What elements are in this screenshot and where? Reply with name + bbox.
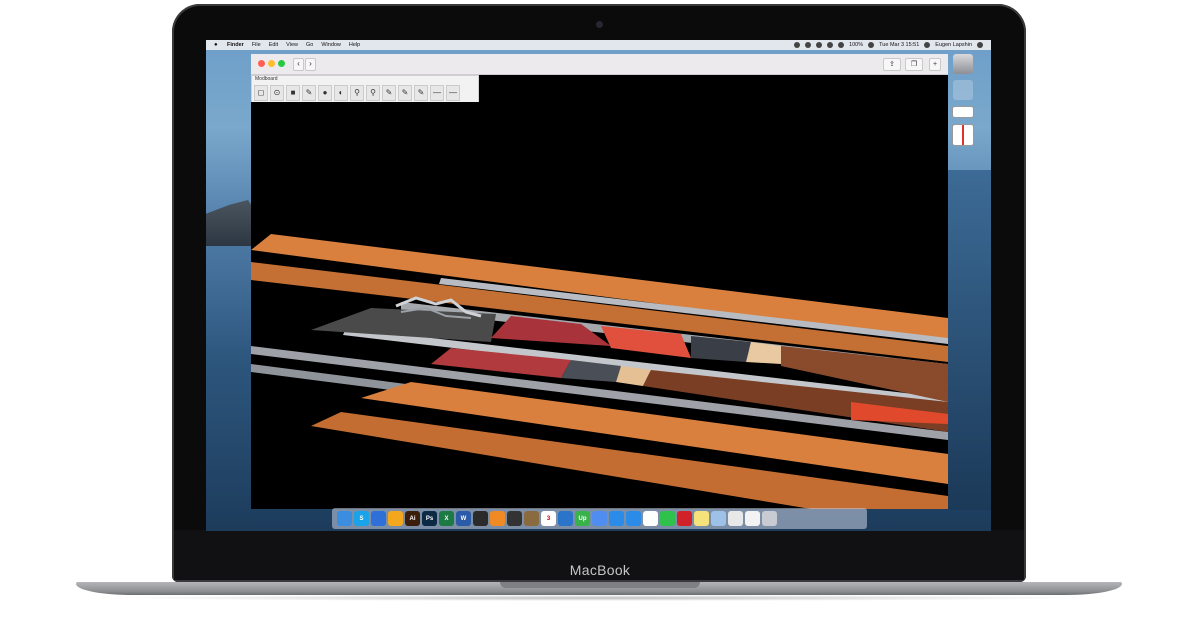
screen: ● Finder File Edit View Go Window Help 1… xyxy=(206,40,991,531)
window-titlebar[interactable]: ‹ › ⇪ ❐ + xyxy=(251,54,948,75)
tool-pin-2[interactable]: ⚲ xyxy=(366,85,380,101)
minimize-button[interactable] xyxy=(268,60,275,67)
tool-line-2[interactable]: — xyxy=(446,85,460,101)
messages-icon[interactable] xyxy=(626,511,641,526)
tool-pen[interactable]: ✎ xyxy=(302,85,316,101)
tool-block[interactable]: ■ xyxy=(286,85,300,101)
tool-fill[interactable]: ● xyxy=(318,85,332,101)
window-mode-button[interactable]: ❐ xyxy=(905,58,923,71)
calendar-icon[interactable]: 3 xyxy=(541,511,556,526)
tool-marker[interactable]: ⊙ xyxy=(270,85,284,101)
terminal-icon[interactable] xyxy=(507,511,522,526)
slack-icon[interactable] xyxy=(643,511,658,526)
menu-window[interactable]: Window xyxy=(321,42,341,48)
safari-icon[interactable] xyxy=(371,511,386,526)
tool-brush[interactable]: ✎ xyxy=(382,85,396,101)
laptop-base-notch xyxy=(500,582,700,588)
preview-icon[interactable] xyxy=(728,511,743,526)
excel-icon[interactable]: X xyxy=(439,511,454,526)
mail-folder-icon[interactable] xyxy=(711,511,726,526)
status-icon[interactable] xyxy=(794,42,801,48)
wifi-icon[interactable] xyxy=(838,42,845,48)
xcode-icon[interactable] xyxy=(558,511,573,526)
3d-viewport[interactable] xyxy=(251,102,948,509)
stickies-icon[interactable] xyxy=(694,511,709,526)
status-icon[interactable] xyxy=(827,42,834,48)
toolbox-panel: Modboard ◻ ⊙ ■ ✎ ● ◐ ⚲ ⚲ ✎ ✎ ✎ — — xyxy=(251,75,479,104)
laptop-shadow xyxy=(110,595,1090,601)
forward-button[interactable]: › xyxy=(305,58,316,71)
zoom-button[interactable] xyxy=(278,60,285,67)
thing-icon[interactable] xyxy=(490,511,505,526)
menu-file[interactable]: File xyxy=(252,42,261,48)
menu-edit[interactable]: Edit xyxy=(269,42,278,48)
status-icon[interactable] xyxy=(805,42,812,48)
back-button[interactable]: ‹ xyxy=(293,58,304,71)
menu-go[interactable]: Go xyxy=(306,42,313,48)
app-window: ‹ › ⇪ ❐ + Modboard ◻ ⊙ ■ ✎ ● ◐ ⚲ ⚲ ✎ ✎ ✎… xyxy=(251,54,948,509)
device-brand-label: MacBook xyxy=(569,562,631,578)
finder-icon[interactable] xyxy=(337,511,352,526)
doc-icon[interactable] xyxy=(745,511,760,526)
upwork-icon[interactable]: Up xyxy=(575,511,590,526)
word-icon[interactable]: W xyxy=(456,511,471,526)
skype-icon[interactable]: S xyxy=(354,511,369,526)
music-icon[interactable] xyxy=(592,511,607,526)
toolbox-tools: ◻ ⊙ ■ ✎ ● ◐ ⚲ ⚲ ✎ ✎ ✎ — — xyxy=(254,85,460,101)
figma-icon[interactable] xyxy=(473,511,488,526)
screenshot-file-icon-2 xyxy=(952,124,974,146)
menu-user[interactable]: Eugen Lapshin xyxy=(935,42,972,48)
tool-line[interactable]: — xyxy=(430,85,444,101)
opera-icon[interactable] xyxy=(677,511,692,526)
tool-pin[interactable]: ⚲ xyxy=(350,85,364,101)
search-icon[interactable] xyxy=(924,42,931,48)
add-tab-button[interactable]: + xyxy=(929,58,941,71)
screenshot-file-icon xyxy=(952,106,974,118)
folder-icon xyxy=(953,80,973,100)
flag-icon[interactable] xyxy=(868,42,875,48)
status-icon[interactable] xyxy=(816,42,823,48)
menu-view[interactable]: View xyxy=(286,42,298,48)
apple-icon[interactable]: ● xyxy=(214,42,219,48)
toolbox-title: Modboard xyxy=(255,76,278,82)
wallpaper-sea xyxy=(946,170,991,510)
photoshop-icon[interactable]: Ps xyxy=(422,511,437,526)
appstore-icon[interactable] xyxy=(609,511,624,526)
whatsapp-icon[interactable] xyxy=(660,511,675,526)
menu-bar: ● Finder File Edit View Go Window Help 1… xyxy=(206,40,991,50)
hard-drive-icon xyxy=(953,54,973,74)
control-center-icon[interactable] xyxy=(977,42,983,48)
illustrator-icon[interactable]: Ai xyxy=(405,511,420,526)
tool-brush-3[interactable]: ✎ xyxy=(414,85,428,101)
tool-select[interactable]: ◻ xyxy=(254,85,268,101)
menu-help[interactable]: Help xyxy=(349,42,360,48)
trash-icon[interactable] xyxy=(762,511,777,526)
camera-icon xyxy=(596,21,603,28)
battery-percent[interactable]: 100% xyxy=(849,42,863,48)
menu-finder[interactable]: Finder xyxy=(227,42,244,48)
status-area: 100% Tue Mar 3 15:51 Eugen Lapshin xyxy=(794,42,983,48)
share-button[interactable]: ⇪ xyxy=(883,58,901,71)
notes-icon[interactable] xyxy=(524,511,539,526)
tool-shade[interactable]: ◐ xyxy=(334,85,348,101)
dock: S Ai Ps X W 3 Up xyxy=(332,508,867,529)
menu-datetime[interactable]: Tue Mar 3 15:51 xyxy=(879,42,919,48)
tool-brush-2[interactable]: ✎ xyxy=(398,85,412,101)
close-button[interactable] xyxy=(258,60,265,67)
sketch-icon[interactable] xyxy=(388,511,403,526)
